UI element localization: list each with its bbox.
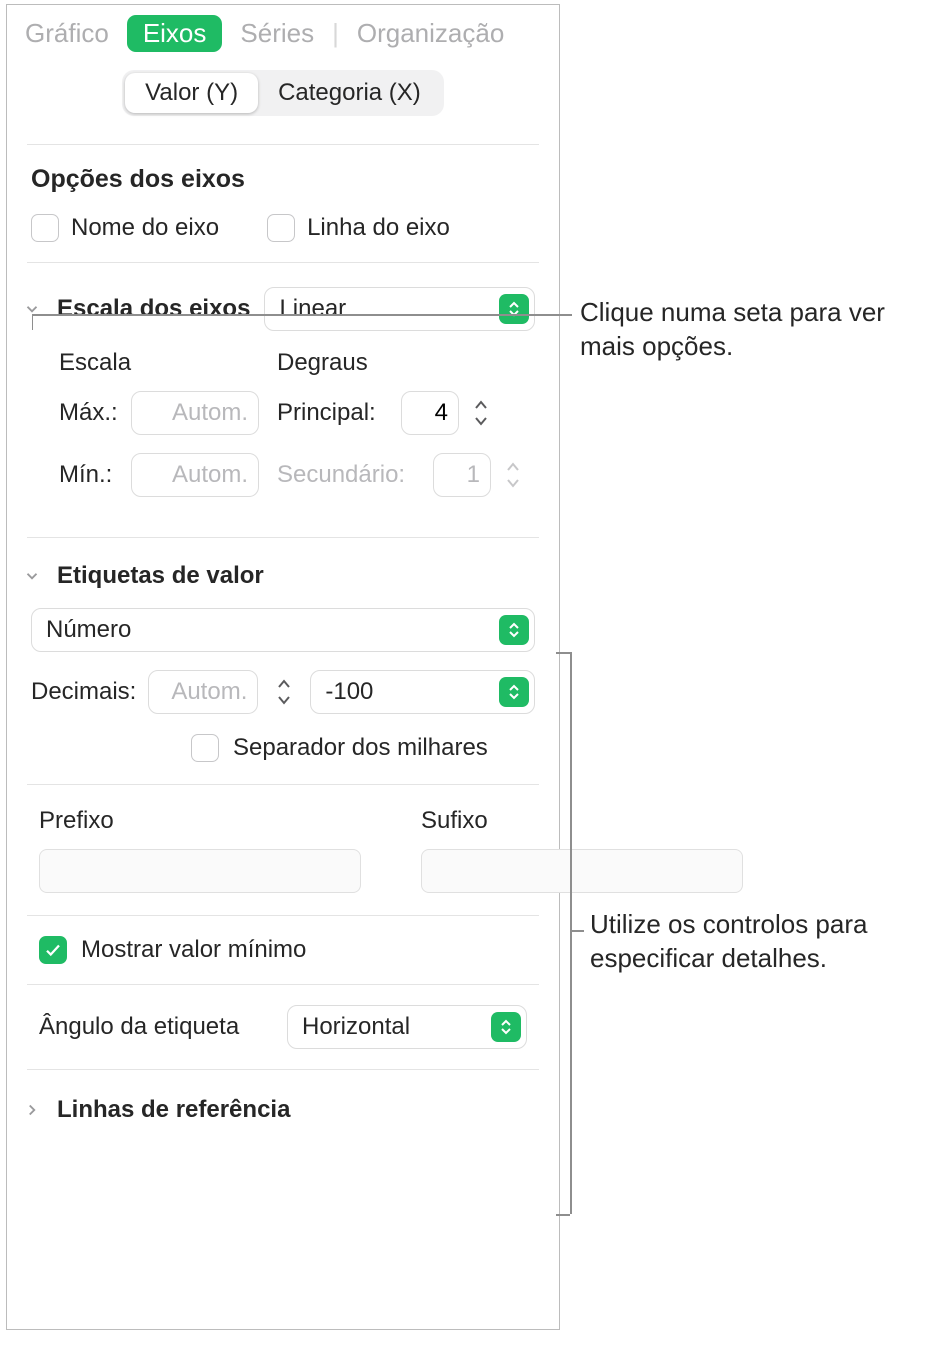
reference-lines-label: Linhas de referência (57, 1096, 290, 1124)
suffix-input[interactable] (421, 849, 743, 893)
label-show-min: Mostrar valor mínimo (81, 936, 306, 964)
angle-select[interactable]: Horizontal (287, 1005, 527, 1049)
segment-valor-y[interactable]: Valor (Y) (125, 73, 258, 113)
stepper-up-icon (504, 460, 522, 474)
tab-organizacao[interactable]: Organização (357, 18, 504, 49)
select-arrow-icon (499, 294, 529, 324)
decimals-label: Decimais: (31, 678, 136, 706)
checkbox-nome-eixo[interactable] (31, 214, 59, 242)
axis-options-section: Opções dos eixos Nome do eixo Linha do e… (7, 145, 559, 262)
degraus-title: Degraus (277, 349, 527, 377)
stepper-up-icon[interactable] (472, 398, 490, 412)
max-input[interactable] (131, 391, 259, 435)
negative-format-value: -100 (325, 678, 499, 706)
checkbox-thousands-sep[interactable] (191, 734, 219, 762)
suffix-label: Sufixo (421, 807, 743, 835)
callout-hook (32, 314, 80, 330)
escala-title: Escala (59, 349, 267, 377)
value-format-select[interactable]: Número (31, 608, 535, 652)
chevron-down-icon[interactable] (21, 565, 43, 587)
axis-scale-type-select[interactable]: Linear (264, 287, 535, 331)
secundario-stepper (499, 453, 527, 497)
label-thousands-sep: Separador dos milhares (233, 734, 488, 762)
select-arrow-icon (499, 615, 529, 645)
chevron-right-icon[interactable] (21, 1099, 43, 1121)
secundario-label: Secundário: (277, 461, 425, 489)
callout-line (556, 1214, 570, 1216)
secundario-input (433, 453, 491, 497)
checkbox-linha-eixo[interactable] (267, 214, 295, 242)
principal-stepper[interactable] (467, 391, 495, 435)
divider (27, 537, 539, 538)
select-arrow-icon (499, 677, 529, 707)
prefix-input[interactable] (39, 849, 361, 893)
callout-line (32, 314, 572, 316)
decimals-input[interactable] (148, 670, 258, 714)
axis-scale-label: Escala dos eixos (57, 295, 250, 323)
principal-label: Principal: (277, 399, 393, 427)
axis-segmented: Valor (Y) Categoria (X) (7, 70, 559, 116)
label-nome-eixo: Nome do eixo (71, 214, 219, 242)
segment-categoria-x[interactable]: Categoria (X) (258, 73, 441, 113)
prefix-label: Prefixo (39, 807, 361, 835)
max-label: Máx.: (59, 399, 123, 427)
value-labels-title: Etiquetas de valor (57, 562, 264, 590)
callout-line (556, 652, 570, 654)
callout-line (570, 652, 572, 1214)
tab-grafico[interactable]: Gráfico (25, 18, 109, 49)
divider (27, 262, 539, 263)
stepper-up-icon[interactable] (275, 677, 293, 691)
label-linha-eixo: Linha do eixo (307, 214, 450, 242)
min-input[interactable] (131, 453, 259, 497)
stepper-down-icon[interactable] (472, 414, 490, 428)
callout-line (570, 930, 584, 932)
axis-scale-type-value: Linear (279, 295, 499, 323)
angle-value: Horizontal (302, 1013, 491, 1041)
stepper-down-icon (504, 476, 522, 490)
value-format-value: Número (46, 616, 499, 644)
select-arrow-icon (491, 1012, 521, 1042)
inspector-panel: Gráfico Eixos Séries | Organização Valor… (6, 4, 560, 1330)
callout-top: Clique numa seta para ver mais opções. (580, 296, 930, 364)
decimals-stepper[interactable] (270, 670, 298, 714)
principal-input[interactable] (401, 391, 459, 435)
negative-format-select[interactable]: -100 (310, 670, 535, 714)
tab-series[interactable]: Séries (240, 18, 314, 49)
stepper-down-icon[interactable] (275, 693, 293, 707)
min-label: Mín.: (59, 461, 123, 489)
checkbox-show-min[interactable] (39, 936, 67, 964)
callout-bottom: Utilize os controlos para especificar de… (590, 908, 940, 976)
top-tabs: Gráfico Eixos Séries | Organização (7, 5, 559, 66)
label-angle: Ângulo da etiqueta (39, 1013, 239, 1041)
tab-divider: | (332, 18, 339, 49)
axis-options-title: Opções dos eixos (31, 165, 535, 194)
tab-eixos[interactable]: Eixos (127, 15, 223, 52)
